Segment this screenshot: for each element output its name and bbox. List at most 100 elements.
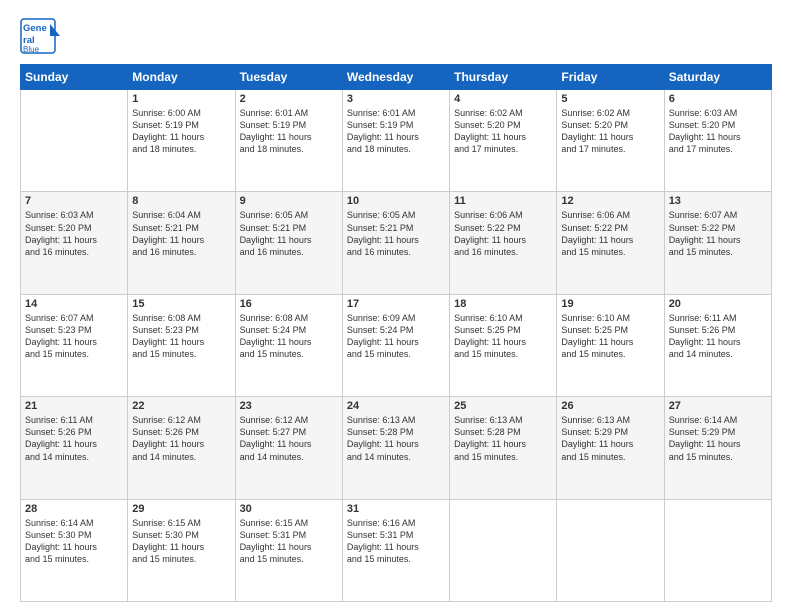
calendar-cell: 28 Sunrise: 6:14 AM Sunset: 5:30 PM Dayli… [21,499,128,601]
day-info: Sunrise: 6:10 AM Sunset: 5:25 PM Dayligh… [454,312,552,361]
logo-svg: Gene ral Blue [20,18,62,54]
day-info: Sunrise: 6:11 AM Sunset: 5:26 PM Dayligh… [25,414,123,463]
header: Gene ral Blue [20,18,772,54]
col-header-thursday: Thursday [450,65,557,90]
day-number: 22 [132,400,230,412]
day-info: Sunrise: 6:14 AM Sunset: 5:29 PM Dayligh… [669,414,767,463]
day-number: 14 [25,298,123,310]
day-info: Sunrise: 6:05 AM Sunset: 5:21 PM Dayligh… [347,209,445,258]
week-row-1: 1 Sunrise: 6:00 AM Sunset: 5:19 PM Daylig… [21,90,772,192]
day-number: 12 [561,195,659,207]
day-number: 18 [454,298,552,310]
calendar-cell: 26 Sunrise: 6:13 AM Sunset: 5:29 PM Dayli… [557,397,664,499]
calendar-cell: 13Sunrise: 6:07 AM Sunset: 5:22 PM Dayli… [664,192,771,294]
day-number: 26 [561,400,659,412]
day-number: 30 [240,503,338,515]
day-info: Sunrise: 6:03 AM Sunset: 5:20 PM Dayligh… [669,107,767,156]
col-header-sunday: Sunday [21,65,128,90]
week-row-4: 21Sunrise: 6:11 AM Sunset: 5:26 PM Dayli… [21,397,772,499]
calendar-cell: 23Sunrise: 6:12 AM Sunset: 5:27 PM Dayli… [235,397,342,499]
day-info: Sunrise: 6:07 AM Sunset: 5:23 PM Dayligh… [25,312,123,361]
calendar-cell: 21Sunrise: 6:11 AM Sunset: 5:26 PM Dayli… [21,397,128,499]
calendar-cell: 6 Sunrise: 6:03 AM Sunset: 5:20 PM Daylig… [664,90,771,192]
calendar-header: SundayMondayTuesdayWednesdayThursdayFrid… [21,65,772,90]
calendar-cell: 12 Sunrise: 6:06 AM Sunset: 5:22 PM Dayli… [557,192,664,294]
col-header-wednesday: Wednesday [342,65,449,90]
logo: Gene ral Blue [20,18,62,54]
day-info: Sunrise: 6:11 AM Sunset: 5:26 PM Dayligh… [669,312,767,361]
calendar-cell: 5Sunrise: 6:02 AM Sunset: 5:20 PM Daylig… [557,90,664,192]
day-info: Sunrise: 6:08 AM Sunset: 5:23 PM Dayligh… [132,312,230,361]
day-number: 1 [132,93,230,105]
day-info: Sunrise: 6:13 AM Sunset: 5:29 PM Dayligh… [561,414,659,463]
calendar-cell: 4Sunrise: 6:02 AM Sunset: 5:20 PM Daylig… [450,90,557,192]
calendar-cell: 8 Sunrise: 6:04 AM Sunset: 5:21 PM Daylig… [128,192,235,294]
calendar-cell: 3 Sunrise: 6:01 AM Sunset: 5:19 PM Daylig… [342,90,449,192]
svg-text:Gene: Gene [23,23,47,34]
col-header-friday: Friday [557,65,664,90]
day-info: Sunrise: 6:14 AM Sunset: 5:30 PM Dayligh… [25,517,123,566]
calendar-cell: 2Sunrise: 6:01 AM Sunset: 5:19 PM Daylig… [235,90,342,192]
calendar-cell [450,499,557,601]
day-number: 2 [240,93,338,105]
day-info: Sunrise: 6:09 AM Sunset: 5:24 PM Dayligh… [347,312,445,361]
calendar-cell: 17 Sunrise: 6:09 AM Sunset: 5:24 PM Dayli… [342,294,449,396]
calendar-cell: 10 Sunrise: 6:05 AM Sunset: 5:21 PM Dayli… [342,192,449,294]
day-info: Sunrise: 6:08 AM Sunset: 5:24 PM Dayligh… [240,312,338,361]
calendar-cell: 29Sunrise: 6:15 AM Sunset: 5:30 PM Dayli… [128,499,235,601]
day-number: 20 [669,298,767,310]
calendar-cell: 16 Sunrise: 6:08 AM Sunset: 5:24 PM Dayli… [235,294,342,396]
calendar-cell: 27Sunrise: 6:14 AM Sunset: 5:29 PM Dayli… [664,397,771,499]
day-info: Sunrise: 6:12 AM Sunset: 5:26 PM Dayligh… [132,414,230,463]
day-info: Sunrise: 6:02 AM Sunset: 5:20 PM Dayligh… [561,107,659,156]
day-number: 24 [347,400,445,412]
day-info: Sunrise: 6:13 AM Sunset: 5:28 PM Dayligh… [454,414,552,463]
day-number: 17 [347,298,445,310]
day-info: Sunrise: 6:16 AM Sunset: 5:31 PM Dayligh… [347,517,445,566]
calendar-cell: 25 Sunrise: 6:13 AM Sunset: 5:28 PM Dayli… [450,397,557,499]
day-number: 10 [347,195,445,207]
week-row-5: 28 Sunrise: 6:14 AM Sunset: 5:30 PM Dayli… [21,499,772,601]
col-header-saturday: Saturday [664,65,771,90]
day-number: 28 [25,503,123,515]
calendar-cell: 18 Sunrise: 6:10 AM Sunset: 5:25 PM Dayli… [450,294,557,396]
day-number: 9 [240,195,338,207]
day-number: 8 [132,195,230,207]
day-info: Sunrise: 6:04 AM Sunset: 5:21 PM Dayligh… [132,209,230,258]
day-number: 19 [561,298,659,310]
day-number: 13 [669,195,767,207]
calendar-cell: 30 Sunrise: 6:15 AM Sunset: 5:31 PM Dayli… [235,499,342,601]
day-number: 7 [25,195,123,207]
calendar-cell: 20 Sunrise: 6:11 AM Sunset: 5:26 PM Dayli… [664,294,771,396]
day-number: 25 [454,400,552,412]
calendar-cell [664,499,771,601]
day-number: 6 [669,93,767,105]
day-number: 3 [347,93,445,105]
day-info: Sunrise: 6:01 AM Sunset: 5:19 PM Dayligh… [347,107,445,156]
calendar-cell: 11 Sunrise: 6:06 AM Sunset: 5:22 PM Dayli… [450,192,557,294]
week-row-2: 7Sunrise: 6:03 AM Sunset: 5:20 PM Daylig… [21,192,772,294]
day-info: Sunrise: 6:05 AM Sunset: 5:21 PM Dayligh… [240,209,338,258]
day-number: 11 [454,195,552,207]
calendar-cell [21,90,128,192]
day-info: Sunrise: 6:15 AM Sunset: 5:30 PM Dayligh… [132,517,230,566]
calendar-cell: 24 Sunrise: 6:13 AM Sunset: 5:28 PM Dayli… [342,397,449,499]
calendar-cell: 1 Sunrise: 6:00 AM Sunset: 5:19 PM Daylig… [128,90,235,192]
day-number: 16 [240,298,338,310]
day-info: Sunrise: 6:15 AM Sunset: 5:31 PM Dayligh… [240,517,338,566]
col-header-monday: Monday [128,65,235,90]
day-info: Sunrise: 6:13 AM Sunset: 5:28 PM Dayligh… [347,414,445,463]
day-info: Sunrise: 6:06 AM Sunset: 5:22 PM Dayligh… [454,209,552,258]
calendar-cell: 19Sunrise: 6:10 AM Sunset: 5:25 PM Dayli… [557,294,664,396]
calendar-cell: 14 Sunrise: 6:07 AM Sunset: 5:23 PM Dayli… [21,294,128,396]
calendar-table: SundayMondayTuesdayWednesdayThursdayFrid… [20,64,772,602]
calendar-body: 1 Sunrise: 6:00 AM Sunset: 5:19 PM Daylig… [21,90,772,602]
day-info: Sunrise: 6:06 AM Sunset: 5:22 PM Dayligh… [561,209,659,258]
calendar-cell: 7Sunrise: 6:03 AM Sunset: 5:20 PM Daylig… [21,192,128,294]
day-info: Sunrise: 6:00 AM Sunset: 5:19 PM Dayligh… [132,107,230,156]
calendar-cell: 15Sunrise: 6:08 AM Sunset: 5:23 PM Dayli… [128,294,235,396]
calendar-cell: 9 Sunrise: 6:05 AM Sunset: 5:21 PM Daylig… [235,192,342,294]
day-number: 23 [240,400,338,412]
day-number: 4 [454,93,552,105]
col-header-tuesday: Tuesday [235,65,342,90]
